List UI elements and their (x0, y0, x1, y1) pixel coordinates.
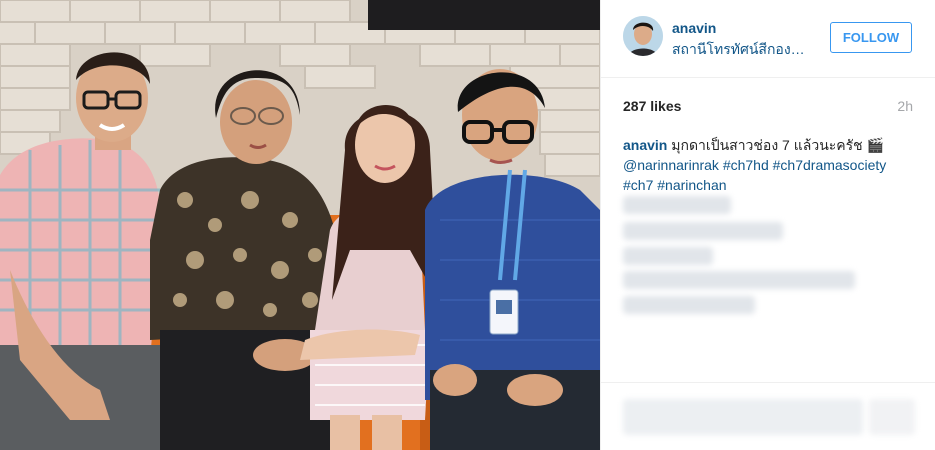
hashtag-link[interactable]: #ch7dramasociety (773, 157, 887, 173)
post-photo[interactable] (0, 0, 600, 450)
post-caption: anavin มุกดาเป็นสาวช่อง 7 แล้วนะครัช 🎬 @… (623, 135, 918, 195)
group-photo (0, 0, 600, 450)
blurred-comment (623, 196, 731, 214)
post-time[interactable]: 2h (897, 98, 913, 114)
blurred-comment (623, 271, 855, 289)
more-options-button[interactable] (869, 399, 915, 435)
comment-bar (601, 382, 935, 450)
instagram-post: anavin สถานีโทรทัศน์สีกองทัพบกช่อง 7 FOL… (0, 0, 935, 450)
avatar[interactable] (623, 16, 663, 56)
hashtag-link[interactable]: #narinchan (657, 177, 726, 193)
post-meta: 287 likes 2h (623, 98, 913, 116)
username-link[interactable]: anavin (672, 20, 716, 36)
blurred-comment (623, 247, 713, 265)
caption-username[interactable]: anavin (623, 137, 667, 153)
location-link[interactable]: สถานีโทรทัศน์สีกองทัพบกช่อง 7 (672, 39, 812, 61)
follow-button[interactable]: FOLLOW (830, 22, 912, 53)
blurred-comment (623, 222, 783, 240)
profile-icon (623, 16, 663, 56)
post-header: anavin สถานีโทรทัศน์สีกองทัพบกช่อง 7 FOL… (601, 0, 935, 78)
likes-count[interactable]: 287 likes (623, 98, 681, 114)
comment-input[interactable] (623, 399, 863, 435)
hashtag-link[interactable]: #ch7hd (723, 157, 769, 173)
post-sidebar: anavin สถานีโทรทัศน์สีกองทัพบกช่อง 7 FOL… (600, 0, 935, 450)
mention-link[interactable]: @narinnarinrak (623, 157, 719, 173)
caption-text: มุกดาเป็นสาวช่อง 7 แล้วนะครัช 🎬 (671, 137, 884, 153)
hashtag-link[interactable]: #ch7 (623, 177, 653, 193)
blurred-comment (623, 296, 755, 314)
